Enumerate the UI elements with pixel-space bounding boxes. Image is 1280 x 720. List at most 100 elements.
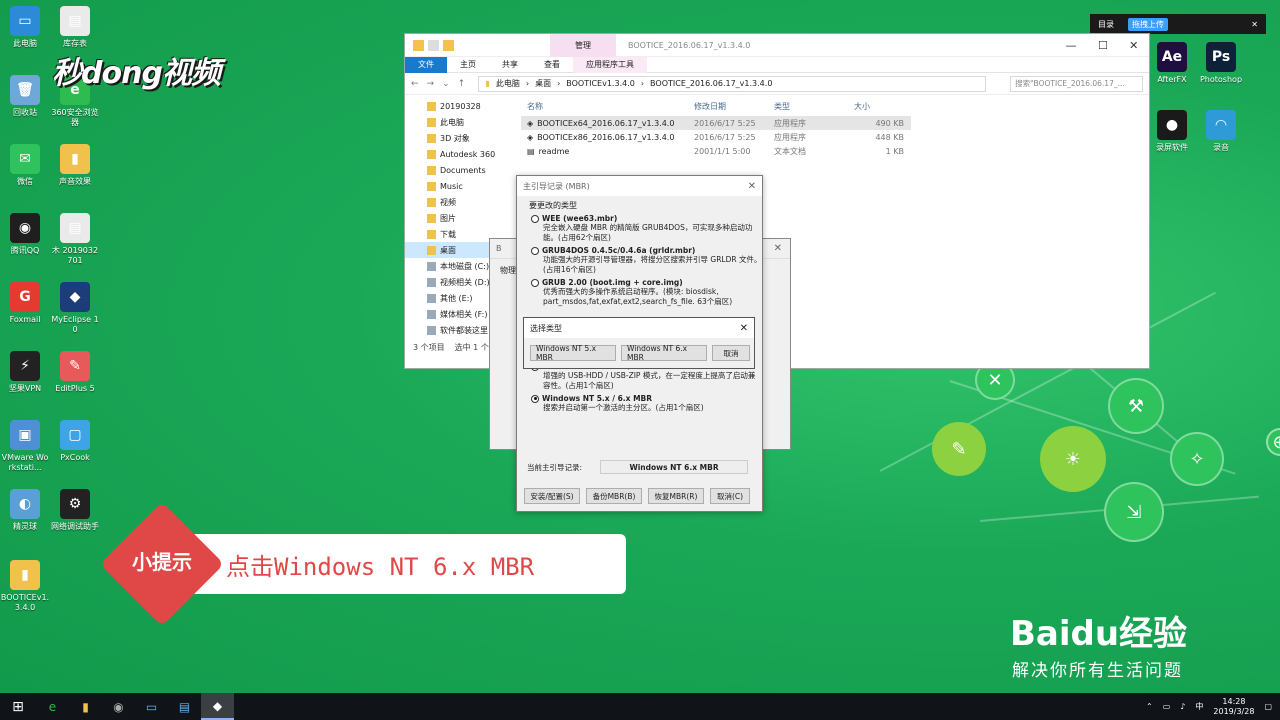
tab-home[interactable]: 主页 [447,57,489,73]
desktop-icon[interactable]: 🗑 回收站 [0,75,50,118]
close-icon[interactable]: ✕ [748,181,756,192]
minimize-icon[interactable]: — [1066,39,1077,52]
folder-icon [427,133,436,143]
breadcrumb-item[interactable]: BOOTICE_2016.06.17_v1.3.4.0 [650,79,772,88]
document-icon[interactable]: ▤ [168,693,201,720]
tab-share[interactable]: 共享 [489,57,531,73]
radio-button[interactable] [531,394,539,403]
desktop-icon[interactable]: ✉ 微信 [0,144,50,187]
breadcrumb-item[interactable]: BOOTICEv1.3.4.0 [566,79,635,88]
browser-360-icon[interactable]: e [36,693,69,720]
desktop-icon[interactable]: ◐ 精灵球 [0,489,50,532]
table-row[interactable]: ◈ BOOTICEx64_2016.06.17_v1.3.4.0 2016/6/17… [521,116,911,130]
clock[interactable]: 14:28 2019/3/28 [1213,697,1254,717]
tab-file[interactable]: 文件 [405,56,447,73]
chevron-up-icon[interactable]: ⌃ [1146,702,1153,711]
column-type[interactable]: 类型 [774,101,854,112]
table-row[interactable]: ▤ readme 2001/1/1 5:00 文本文档 1 KB [521,144,911,158]
breadcrumb-item[interactable]: 桌面 [535,78,551,89]
bootice-taskbar-icon[interactable]: ◆ [201,693,234,720]
radio-button[interactable] [531,214,539,223]
address-bar-row: ← → ⌄ ↑ ▮ 此电脑 › 桌面 › BOOTICEv1.3.4.0 › BOOT… [405,73,1149,95]
column-name[interactable]: 名称 [521,101,694,112]
close-icon[interactable]: ✕ [1251,20,1266,29]
wrench-icon: ⚒ [1108,378,1164,434]
desktop-icon[interactable]: ⚡ 坚果VPN [0,351,50,394]
up-icon[interactable]: ↑ [458,79,466,89]
properties-icon[interactable] [428,39,439,51]
desktop-icon[interactable]: ◠ 录音 [1196,110,1246,153]
desktop-icon[interactable]: ▮ BOOTICEv1.3.4.0 [0,560,50,613]
file-explorer-icon[interactable]: ▮ [69,693,102,720]
backup-mbr-button[interactable]: 备份MBR(B) [586,488,642,504]
nav-item[interactable]: Music [405,178,505,194]
desktop-icon[interactable]: Ae AfterFX [1147,42,1197,85]
desktop-icon[interactable]: G Foxmail [0,282,50,325]
desktop-icon[interactable]: ◆ MyEclipse 10 [50,282,100,335]
upload-badge[interactable]: 拖拽上传 [1128,17,1168,31]
desktop-icon-label: MyEclipse 10 [51,315,99,334]
breadcrumb[interactable]: ▮ 此电脑 › 桌面 › BOOTICEv1.3.4.0 › BOOTICE_2016… [478,75,987,92]
tab-view[interactable]: 查看 [531,57,573,73]
forward-icon[interactable]: → [427,79,435,89]
desktop-icon[interactable]: ⚙ 网络调试助手 [50,489,100,532]
app-icon: ◐ [10,489,40,519]
new-folder-icon[interactable] [443,39,454,51]
cancel-button[interactable]: 取消 [712,345,750,361]
desktop-icon[interactable]: ▮ 声音效果 [50,144,100,187]
desktop-icon[interactable]: Ps Photoshop [1196,42,1246,85]
table-row[interactable]: ◈ BOOTICEx86_2016.06.17_v1.3.4.0 2016/6/17… [521,130,911,144]
desktop-icon[interactable]: ▤ 库存表 [50,6,100,49]
desktop-icon[interactable]: ✎ EditPlus 5 [50,351,100,394]
search-input[interactable]: 搜索"BOOTICE_2016.06.17_... [1010,75,1143,92]
tab-app-tools[interactable]: 应用程序工具 [573,56,647,73]
nav-item[interactable]: 图片 [405,210,505,226]
mbr-option-desc: 增强的 USB-HDD / USB-ZIP 模式，在一定程度上提高了启动兼容性。… [543,371,756,390]
mbr-option[interactable]: GRUB 2.00 (boot.img + core.img) 优秀而强大的多操作… [517,278,762,307]
cancel-button[interactable]: 取消(C) [710,488,750,504]
desktop-icon[interactable]: ◉ 腾讯QQ [0,213,50,256]
network-icon[interactable]: ▭ [1163,702,1171,711]
close-icon[interactable]: ✕ [1129,39,1138,52]
chevron-down-icon[interactable]: ⌄ [442,79,450,89]
breadcrumb-item[interactable]: 此电脑 [496,78,520,89]
restore-mbr-button[interactable]: 恢复MBR(R) [648,488,704,504]
tab-manage[interactable]: 管理 [550,33,616,57]
close-icon[interactable]: ✕ [774,243,790,254]
close-icon[interactable]: ✕ [740,323,748,334]
windows-start-icon[interactable]: ⊞ [0,699,36,715]
desktop-icon[interactable]: ▭ 此电脑 [0,6,50,49]
nav-item[interactable]: Documents [405,162,505,178]
mbr-option-title: WEE (wee63.mbr) [531,214,762,223]
windows-nt6-mbr-button[interactable]: Windows NT 6.x MBR [621,344,707,362]
column-size[interactable]: 大小 [854,101,904,112]
notification-icon[interactable]: ▢ [1264,702,1272,711]
nav-item[interactable]: 20190328 [405,98,505,114]
app-icon: 🗑 [10,75,40,105]
radio-button[interactable] [531,246,539,255]
desktop-icon[interactable]: ▤ 木 2019032701 [50,213,100,266]
nav-item[interactable]: 视频 [405,194,505,210]
desktop-icon[interactable]: ▣ VMware Workstati... [0,420,50,473]
monitor-icon[interactable]: ▭ [135,693,168,720]
ime-indicator[interactable]: 中 [1195,701,1203,712]
column-date[interactable]: 修改日期 [694,101,774,112]
mbr-option[interactable]: WEE (wee63.mbr) 完全嵌入硬盘 MBR 的精简版 GRUB4DOS，… [517,214,762,243]
nav-item[interactable]: Autodesk 360 [405,146,505,162]
folder-icon [427,277,436,287]
side-panel-header: 目录 拖拽上传 ✕ [1090,14,1266,34]
media-player-icon[interactable]: ◉ [102,693,135,720]
desktop-icon[interactable]: ▢ PxCook [50,420,100,463]
maximize-icon[interactable]: ☐ [1098,39,1108,52]
desktop-icon[interactable]: ● 录屏软件 [1147,110,1197,153]
back-icon[interactable]: ← [411,79,419,89]
nav-item[interactable]: 3D 对象 [405,130,505,146]
radio-button[interactable] [531,278,539,287]
volume-icon[interactable]: ♪ [1180,702,1185,711]
folder-icon[interactable] [413,39,424,51]
mbr-option[interactable]: Windows NT 5.x / 6.x MBR 搜索并启动第一个激活的主分区。(… [517,394,762,413]
windows-nt5-mbr-button[interactable]: Windows NT 5.x MBR [530,344,616,362]
mbr-option[interactable]: GRUB4DOS 0.4.5c/0.4.6a (grldr.mbr) 功能强大的开… [517,246,762,275]
nav-item[interactable]: 此电脑 [405,114,505,130]
install-config-button[interactable]: 安装/配置(S) [524,488,580,504]
